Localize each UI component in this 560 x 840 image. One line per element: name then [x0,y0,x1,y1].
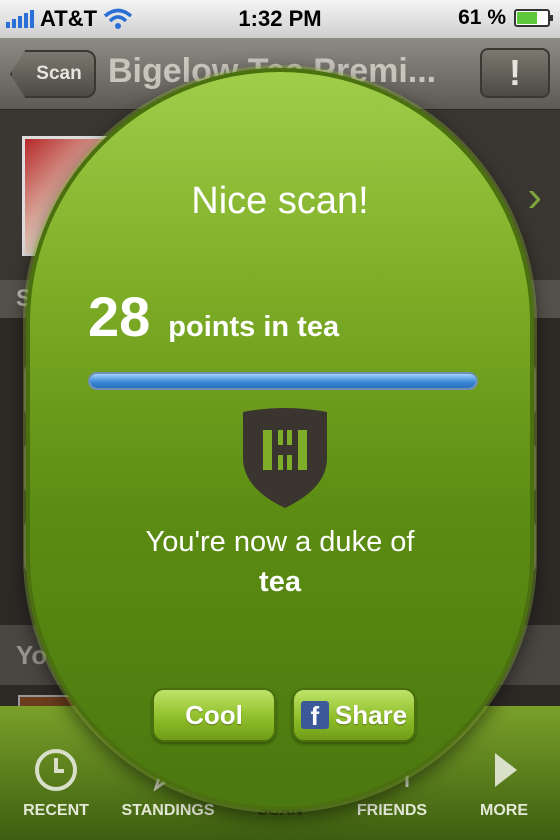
progress-fill [90,374,476,388]
status-right: 61 % [458,6,553,30]
share-button[interactable]: f Share [292,688,416,742]
facebook-icon: f [300,701,329,729]
points-summary: 28 points in tea [88,284,339,349]
report-button[interactable]: ! [480,48,550,98]
tab-more[interactable]: MORE [448,746,560,820]
tab-label: RECENT [23,802,89,819]
clock-icon [35,749,77,791]
arrow-right-icon [495,753,517,787]
tab-label: STANDINGS [121,802,215,819]
rank-category: tea [259,566,301,598]
cool-button[interactable]: Cool [152,688,276,742]
scan-result-dialog: Nice scan! 28 points in tea You're now a… [26,68,534,810]
back-button[interactable]: Scan [10,50,96,98]
points-label: points in tea [168,311,340,343]
rank-message: You're now a duke of [145,526,415,558]
battery-icon [514,9,553,27]
dialog-title: Nice scan! [191,180,369,222]
share-label: Share [334,699,408,730]
progress-bar [88,372,478,390]
shield-badge-icon [243,408,327,508]
tab-label: FRIENDS [356,802,428,819]
tab-recent[interactable]: RECENT [0,746,112,820]
tab-label: MORE [480,802,528,819]
status-bar: AT&T 1:32 PM 61 % [0,0,560,38]
battery-percent: 61 % [458,6,506,29]
points-value: 28 [88,285,151,348]
